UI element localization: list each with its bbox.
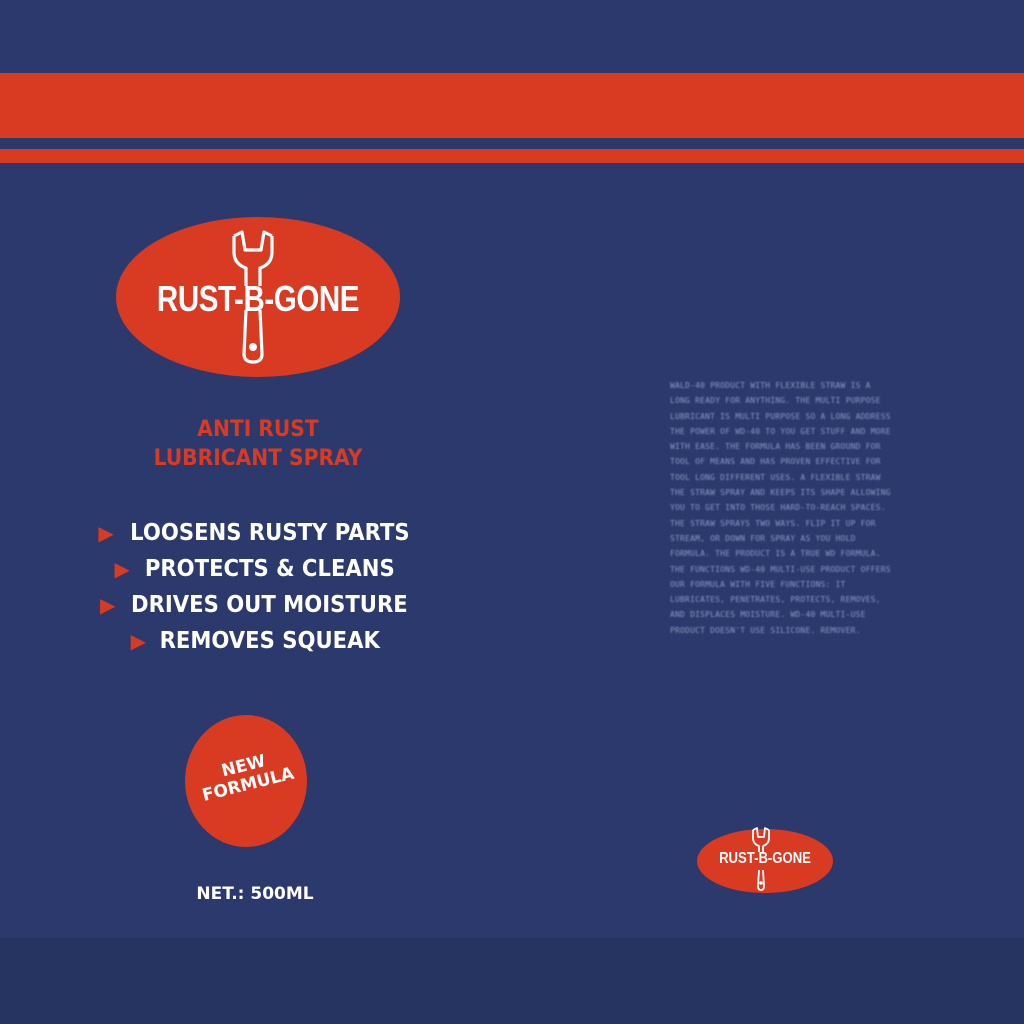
brand-name: RUST-B-GONE — [156, 278, 360, 319]
new-formula-badge: NEW FORMULA — [185, 715, 307, 847]
feature-item: ▶ REMOVES SQUEAK — [40, 628, 480, 654]
feature-text: LOOSENS RUSTY PARTS — [129, 520, 410, 546]
triangle-arrow-icon: ▶ — [130, 629, 146, 653]
brand-name-small: RUST-B-GONE — [719, 850, 811, 867]
feature-text: PROTECTS & CLEANS — [144, 556, 395, 582]
feature-text: DRIVES OUT MOISTURE — [131, 592, 409, 618]
triangle-arrow-icon: ▶ — [99, 593, 116, 617]
feature-text: REMOVES SQUEAK — [159, 628, 380, 654]
feature-item: ▶ DRIVES OUT MOISTURE — [40, 592, 480, 618]
brand-logo: RUST-B-GONE — [116, 214, 400, 380]
top-stripe-thick — [0, 73, 1024, 138]
triangle-arrow-icon: ▶ — [98, 521, 114, 545]
bottom-band — [0, 938, 1024, 1024]
brand-logo-small: RUST-B-GONE — [697, 826, 833, 896]
product-subtitle-line1: ANTI RUST — [197, 417, 319, 442]
product-description: WALD-40 PRODUCT WITH FLEXIBLE STRAW IS A… — [670, 381, 891, 635]
feature-item: ▶ LOOSENS RUSTY PARTS — [40, 520, 480, 546]
triangle-arrow-icon: ▶ — [114, 557, 130, 581]
top-stripe-thin — [0, 149, 1024, 163]
feature-item: ▶ PROTECTS & CLEANS — [40, 556, 480, 582]
product-subtitle-line2: LUBRICANT SPRAY — [153, 446, 363, 471]
net-volume: NET.: 500ML — [196, 884, 314, 904]
